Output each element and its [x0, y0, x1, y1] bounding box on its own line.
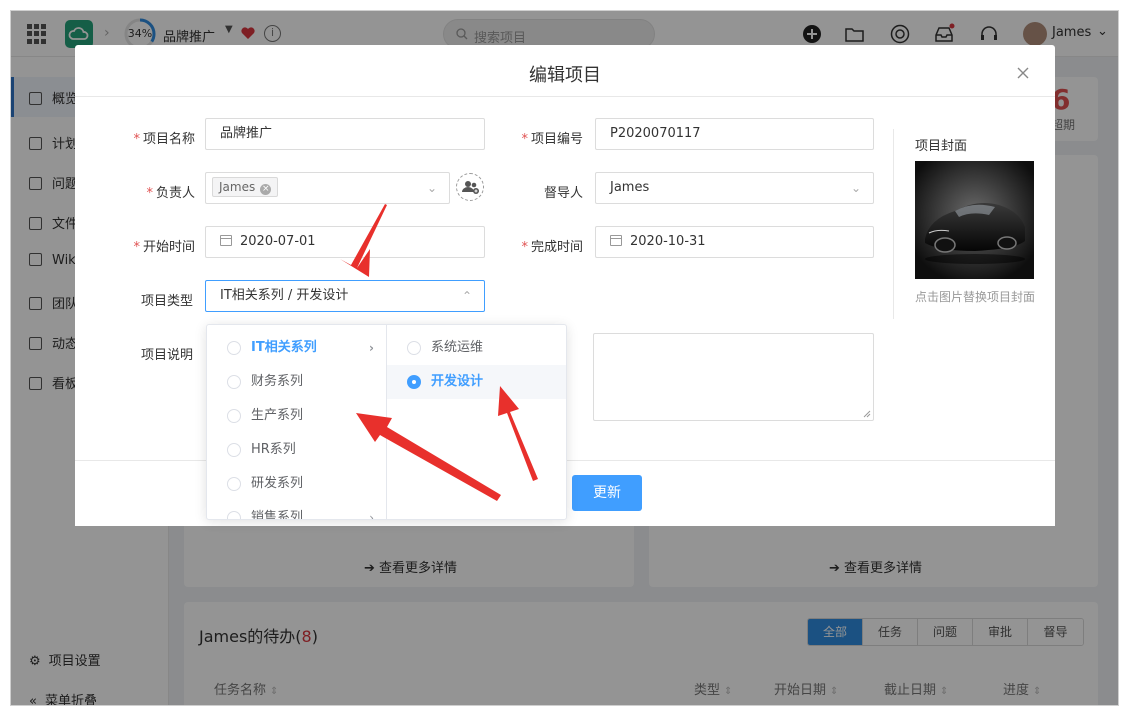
radio-button-checked[interactable] [407, 375, 421, 389]
owner-select[interactable]: James × ⌄ [205, 172, 450, 204]
radio-button[interactable] [407, 341, 421, 355]
add-user-button[interactable] [456, 173, 484, 201]
owner-label: * 负责人 [146, 186, 195, 201]
start-date-input[interactable]: 2020-07-01 [205, 226, 485, 258]
cascader-menu-level1: IT相关系列 › 财务系列 生产系列 HR系列 研发系列 销售系列 › [207, 325, 387, 520]
project-code-input[interactable]: P2020070117 [595, 118, 874, 150]
start-date-value: 2020-07-01 [240, 234, 316, 249]
resize-handle-icon[interactable] [863, 410, 871, 418]
supervisor-label: 督导人 [543, 186, 583, 201]
project-code-label: * 项目编号 [521, 132, 583, 147]
cascader-option-dev-design[interactable]: 开发设计 [387, 365, 566, 399]
chevron-right-icon: › [369, 341, 374, 355]
project-name-label: * 项目名称 [133, 132, 195, 147]
option-label: 生产系列 [251, 408, 304, 423]
option-label: 销售系列 [251, 510, 304, 520]
owner-tag: James × [212, 177, 279, 197]
option-label: IT相关系列 [251, 340, 317, 355]
option-label: 研发系列 [251, 476, 304, 491]
cascader-option-sales[interactable]: 销售系列 › [207, 501, 386, 520]
cover-hint: 点击图片替换项目封面 [915, 290, 1036, 304]
owner-tag-label: James [219, 180, 256, 194]
cascader-option-it[interactable]: IT相关系列 › [207, 331, 386, 365]
update-button[interactable]: 更新 [572, 475, 642, 511]
project-type-cascader[interactable]: IT相关系列 / 开发设计 ⌃ [205, 280, 485, 312]
supervisor-value: James [610, 180, 650, 195]
dialog-title: 编辑项目 [529, 65, 601, 86]
close-icon[interactable] [1015, 65, 1031, 81]
project-type-label: 项目类型 [140, 294, 193, 309]
cascader-menu-level2: 系统运维 开发设计 [387, 325, 566, 519]
cascader-option-production[interactable]: 生产系列 [207, 399, 386, 433]
end-date-input[interactable]: 2020-10-31 [595, 226, 874, 258]
chevron-down-icon: ⌄ [850, 181, 861, 195]
add-user-icon [462, 181, 479, 194]
project-type-value: IT相关系列 / 开发设计 [220, 288, 349, 303]
cascader-option-finance[interactable]: 财务系列 [207, 365, 386, 399]
radio-button[interactable] [227, 375, 241, 389]
chevron-up-icon: ⌃ [461, 289, 472, 303]
option-label: 财务系列 [251, 374, 304, 389]
radio-button[interactable] [227, 477, 241, 491]
description-label: 项目说明 [140, 348, 193, 363]
option-label: 开发设计 [431, 374, 484, 389]
end-date-value: 2020-10-31 [630, 234, 706, 249]
cover-image[interactable] [915, 161, 1034, 279]
cascader-option-ops[interactable]: 系统运维 [387, 331, 566, 365]
cover-label: 项目封面 [915, 139, 968, 154]
app-window: › 34% 品牌推广 ▼ i 搜索项目 James ⌄ 概览 计划 问题 文件 … [10, 10, 1119, 706]
start-date-label: * 开始时间 [133, 240, 195, 255]
cascader-option-rnd[interactable]: 研发系列 [207, 467, 386, 501]
chevron-down-icon: ⌄ [426, 181, 437, 195]
dialog-header: 编辑项目 [75, 45, 1055, 97]
project-name-input[interactable]: 品牌推广 [205, 118, 485, 150]
radio-button[interactable] [227, 409, 241, 423]
tag-remove-icon[interactable]: × [260, 184, 272, 195]
end-date-label: * 完成时间 [521, 240, 583, 255]
radio-button[interactable] [227, 341, 241, 355]
option-label: HR系列 [251, 442, 296, 457]
description-textarea[interactable] [593, 333, 874, 421]
radio-button[interactable] [227, 511, 241, 519]
calendar-icon [220, 235, 232, 246]
divider [893, 129, 894, 319]
calendar-icon [610, 235, 622, 246]
cascader-option-hr[interactable]: HR系列 [207, 433, 386, 467]
radio-button[interactable] [227, 443, 241, 457]
option-label: 系统运维 [431, 340, 484, 355]
project-type-dropdown: IT相关系列 › 财务系列 生产系列 HR系列 研发系列 销售系列 › 系统运维 开… [206, 324, 567, 520]
supervisor-select[interactable]: James ⌄ [595, 172, 874, 204]
chevron-right-icon: › [369, 511, 374, 520]
